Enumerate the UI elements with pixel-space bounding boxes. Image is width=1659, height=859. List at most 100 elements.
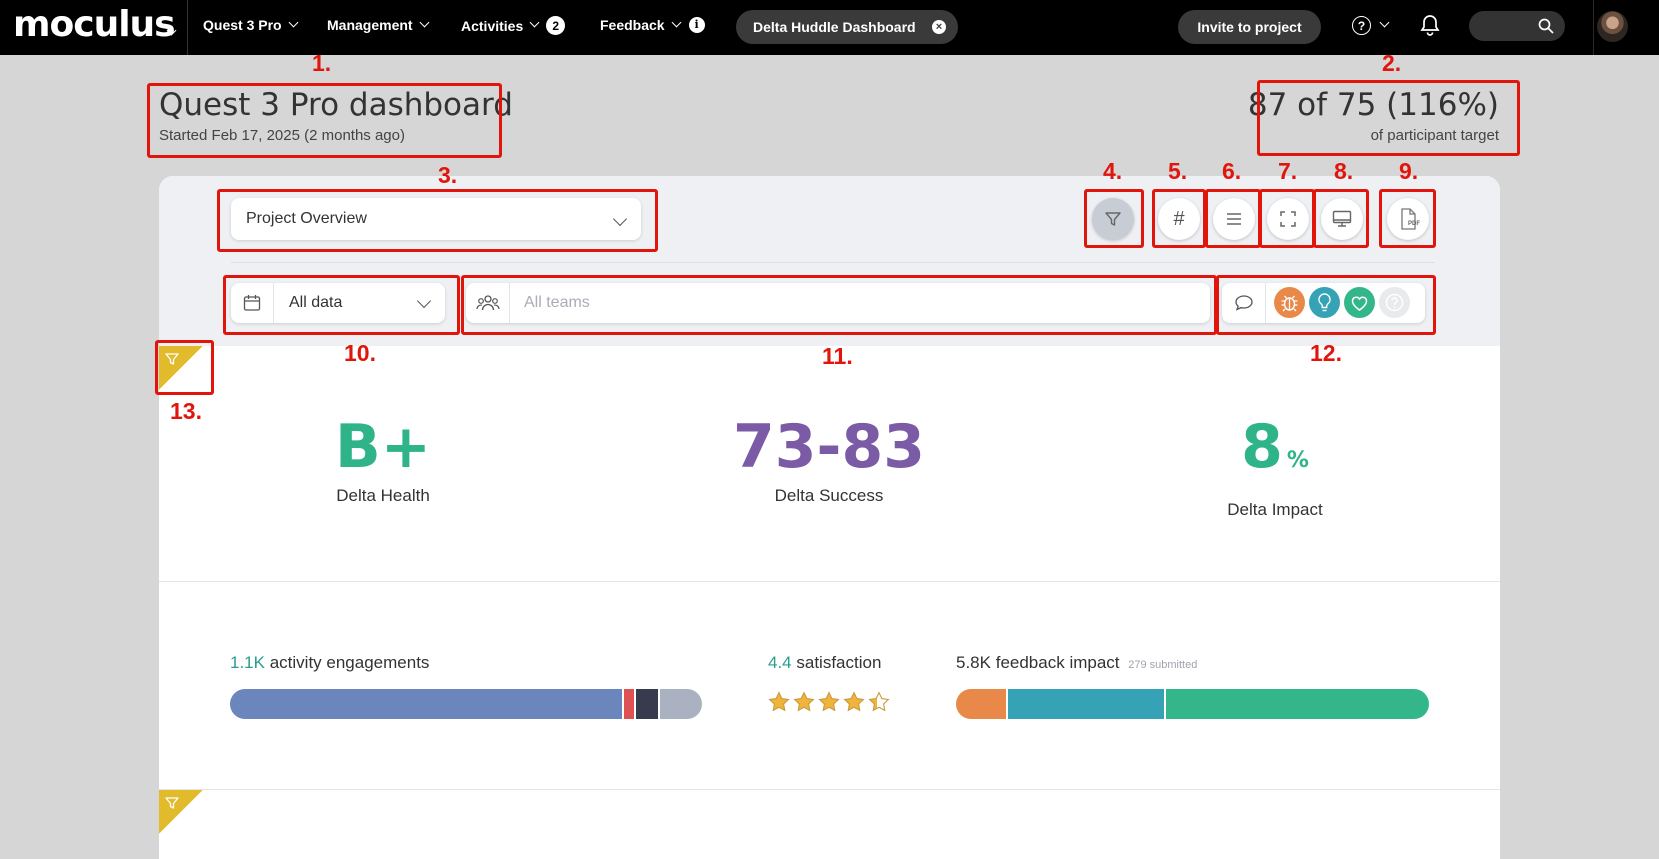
help-icon: ? (1352, 16, 1371, 35)
avatar[interactable] (1597, 11, 1628, 42)
chevron-down-icon (612, 211, 628, 227)
chevron-down-icon (671, 17, 682, 27)
nav-divider (1593, 0, 1594, 55)
nav-item-feedback[interactable]: Feedback i (600, 16, 705, 34)
team-icon (476, 295, 500, 311)
presentation-button[interactable] (1321, 198, 1363, 240)
engagements-segment[interactable] (230, 689, 625, 719)
comment-icon[interactable] (1234, 294, 1254, 312)
star-icon (843, 691, 865, 712)
active-dashboard-label: Delta Huddle Dashboard (753, 19, 916, 35)
nav-item-activities[interactable]: Activities 2 (461, 16, 566, 35)
hash-icon: # (1173, 207, 1185, 230)
annotation-label: 7. (1278, 158, 1298, 184)
satisfaction-label: 4.4 satisfaction (768, 653, 881, 673)
feedback-segment[interactable] (1008, 689, 1167, 719)
question-filter[interactable] (1379, 287, 1410, 318)
feedback-impact-text: feedback impact (995, 653, 1120, 672)
monitor-icon (1332, 210, 1352, 227)
engagements-value: 1.1K (230, 653, 265, 672)
logo[interactable]: moculus (13, 5, 176, 45)
kpi-value: B+ (334, 412, 431, 482)
annotation-label: 5. (1168, 158, 1188, 184)
section-divider (159, 789, 1500, 790)
participant-target-label: of participant target (1370, 127, 1499, 144)
close-icon[interactable]: × (932, 20, 946, 34)
search-box[interactable] (1469, 11, 1565, 41)
annotation-label: 11. (822, 343, 853, 369)
engagements-segment[interactable] (635, 689, 660, 719)
invite-button[interactable]: Invite to project (1178, 10, 1321, 44)
feedback-type-filter (1222, 283, 1425, 323)
active-dashboard-pill[interactable]: Delta Huddle Dashboard × (736, 10, 958, 44)
annotation-label: 3. (438, 162, 458, 188)
list-button[interactable] (1213, 198, 1255, 240)
nav-item-label: Management (327, 17, 413, 33)
filter-indicator[interactable] (159, 346, 203, 390)
lightbulb-icon (1309, 287, 1340, 318)
nav-divider (187, 0, 188, 55)
kpi-delta-impact: 8% Delta Impact (1125, 412, 1425, 520)
annotation-label: 9. (1399, 158, 1419, 184)
kpi-value: 73-83 (733, 412, 925, 482)
hash-button[interactable]: # (1158, 198, 1200, 240)
nav-item-label: Activities (461, 17, 524, 34)
engagements-segment[interactable] (659, 689, 702, 719)
fullscreen-icon (1280, 211, 1296, 227)
annotation-label: 1. (312, 50, 332, 76)
kpi-unit: % (1286, 448, 1309, 473)
nav-item-management[interactable]: Management (327, 16, 430, 34)
feedback-segment[interactable] (956, 689, 1009, 719)
search-icon (1538, 18, 1554, 34)
info-icon[interactable]: i (688, 17, 705, 33)
dashboard-toolbar: Project Overview # PDF All data All team… (159, 176, 1500, 346)
chevron-down-icon (419, 17, 430, 27)
bug-icon (1274, 287, 1305, 318)
filter-icon (165, 797, 179, 809)
nav-item-label: Feedback (600, 17, 665, 33)
satisfaction-stars (768, 691, 890, 713)
view-select[interactable]: Project Overview (231, 198, 641, 240)
filter-indicator[interactable] (159, 790, 203, 834)
dashboard-card: Project Overview # PDF All data All team… (159, 176, 1500, 859)
participant-target-value: 87 of 75 (116%) (1247, 87, 1499, 123)
pdf-label: PDF (1408, 221, 1420, 227)
engagements-bar[interactable] (230, 689, 702, 719)
feedback-impact-bar[interactable] (956, 689, 1429, 719)
teams-filter[interactable]: All teams (466, 283, 1210, 323)
engagements-text: activity engagements (269, 653, 430, 672)
top-navbar: moculus Quest 3 Pro Management Activitie… (0, 0, 1659, 55)
satisfaction-value: 4.4 (768, 653, 792, 672)
group-divider (273, 283, 274, 323)
bell-icon[interactable] (1420, 14, 1440, 41)
engagements-segment[interactable] (624, 689, 636, 719)
kpi-label: Delta Impact (1227, 500, 1323, 519)
toolbar-divider (231, 262, 1435, 263)
feedback-segment[interactable] (1166, 689, 1429, 719)
kpi-delta-health: B+ Delta Health (233, 412, 533, 506)
feedback-submitted-note: 279 submitted (1128, 659, 1198, 671)
annotation-label: 6. (1222, 158, 1242, 184)
section-divider (159, 581, 1500, 582)
filter-button[interactable] (1092, 198, 1134, 240)
fullscreen-button[interactable] (1267, 198, 1309, 240)
help-menu[interactable]: ? (1352, 16, 1390, 35)
star-icon (793, 691, 815, 712)
star-icon (768, 691, 790, 712)
nav-item-project[interactable]: Quest 3 Pro (203, 16, 299, 34)
annotation-label: 12. (1310, 340, 1342, 366)
bug-filter[interactable] (1274, 287, 1305, 318)
date-select-value: All data (289, 294, 343, 311)
praise-filter[interactable] (1344, 287, 1375, 318)
date-filter[interactable]: All data (231, 283, 445, 323)
teams-input[interactable]: All teams (524, 294, 590, 312)
satisfaction-text: satisfaction (796, 653, 882, 672)
export-pdf-button[interactable]: PDF (1387, 198, 1429, 240)
filter-icon (165, 353, 179, 365)
kpi-label: Delta Health (336, 486, 430, 505)
star-icon (868, 691, 890, 712)
annotation-label: 2. (1382, 50, 1402, 76)
annotation-label: 8. (1334, 158, 1354, 184)
star-icon (818, 691, 840, 712)
idea-filter[interactable] (1309, 287, 1340, 318)
